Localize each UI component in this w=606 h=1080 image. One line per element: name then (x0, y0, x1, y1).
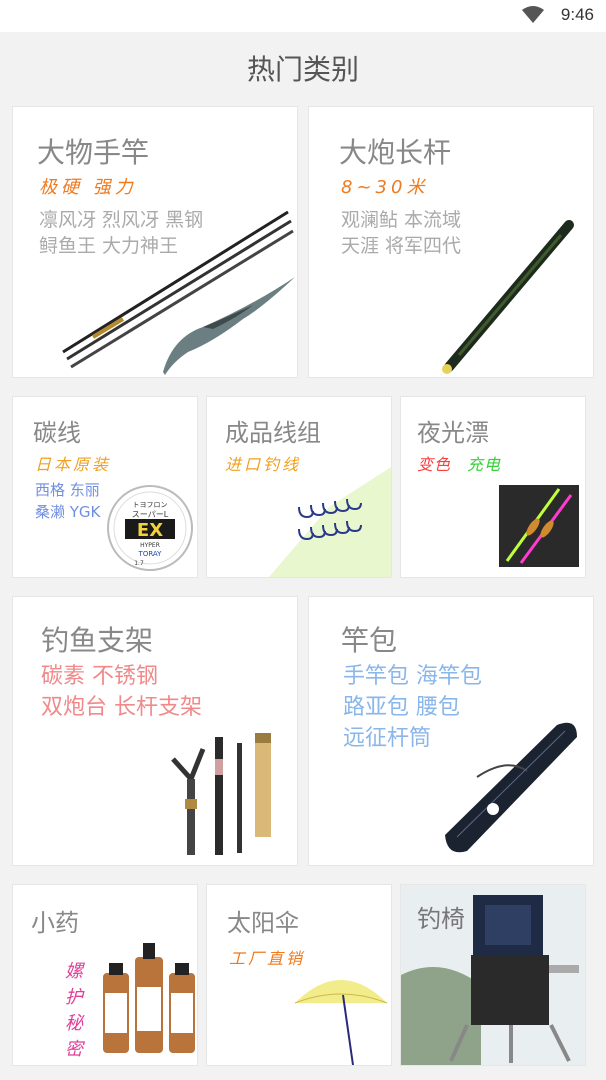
fishing-rod-sturgeon-image (62, 210, 295, 375)
spool-size-text: 1.7 (134, 560, 144, 567)
long-rod-image (442, 220, 574, 374)
fishing-line-spool-image: トヨフロン スーパーL EX HYPER TORAY 1.7 (107, 485, 193, 571)
bait-additive-bottles-image (103, 943, 195, 1053)
rod-bag-image (445, 722, 577, 853)
hook-set-image (269, 467, 391, 577)
category-subtitle: 日本原装 (35, 455, 112, 474)
category-card-bait-additive[interactable]: 小药 嫘护秘密 (12, 884, 198, 1066)
category-card-long-rod[interactable]: 大炮长杆 8~30米 观澜鲇 本流域 天涯 将军四代 (308, 106, 594, 378)
category-card-carbon-line[interactable]: 碳线 日本原装 西格 东丽 桑濑 YGK トヨフロン スーパーL EX HYPE… (12, 396, 198, 578)
category-subtitle: 8~30米 (341, 177, 429, 198)
category-name: 夜光漂 (417, 419, 489, 447)
category-card-rod-holder[interactable]: 钓鱼支架 碳素 不锈钢 双炮台 长杆支架 (12, 596, 298, 866)
wifi-icon (522, 6, 544, 28)
category-desc-line: 手竿包 海竿包 (343, 664, 482, 689)
category-name: 钓鱼支架 (41, 624, 154, 657)
glow-float-image (499, 485, 579, 567)
status-time: 9:46 (560, 5, 594, 24)
spool-series-text: スーパーL (132, 510, 169, 519)
umbrella-image (294, 980, 388, 1065)
category-name: 太阳伞 (227, 909, 299, 937)
category-card-umbrella[interactable]: 太阳伞 工厂直销 (206, 884, 392, 1066)
category-name: 碳线 (33, 419, 81, 447)
page-title: 热门类别 (246, 53, 359, 86)
category-name: 钓椅 (417, 905, 465, 933)
spool-brand-text: トヨフロン (133, 501, 168, 509)
category-card-fishing-chair[interactable]: 钓椅 (400, 884, 586, 1066)
category-name: 小药 (31, 909, 79, 937)
category-subtitle: 极硬 强力 (39, 177, 137, 198)
spool-sub-text: HYPER (140, 542, 160, 549)
category-name: 大炮长杆 (339, 136, 452, 169)
category-name: 成品线组 (225, 419, 321, 447)
category-desc-line: 双炮台 长杆支架 (41, 695, 202, 720)
category-name: 竿包 (341, 624, 398, 657)
category-desc-line: 桑濑 YGK (35, 503, 101, 521)
category-subtitle-change-color: 变色 (417, 455, 452, 474)
spool-model-text: EX (137, 520, 163, 541)
category-name: 大物手竿 (37, 136, 150, 169)
category-card-glow-float[interactable]: 夜光漂 变色 充电 (400, 396, 586, 578)
status-bar: 9:46 (0, 0, 606, 32)
category-subtitle-charge: 充电 (467, 455, 502, 474)
rod-holder-image (171, 733, 271, 855)
category-desc-line: 西格 东丽 (35, 481, 100, 499)
category-card-rod-bag[interactable]: 竿包 手竿包 海竿包 路亚包 腰包 远征杆筒 (308, 596, 594, 866)
spool-maker-text: TORAY (138, 550, 163, 558)
category-desc-line: 碳素 不锈钢 (41, 664, 158, 689)
category-vertical-text: 嫘护秘密 (65, 961, 83, 1060)
category-card-big-fish-rod[interactable]: 大物手竿 极硬 强力 凛风冴 烈风冴 黑钢 鲟鱼王 大力神王 (12, 106, 298, 378)
category-desc-line: 远征杆筒 (343, 726, 432, 751)
category-card-line-set[interactable]: 成品线组 进口钓线 (206, 396, 392, 578)
